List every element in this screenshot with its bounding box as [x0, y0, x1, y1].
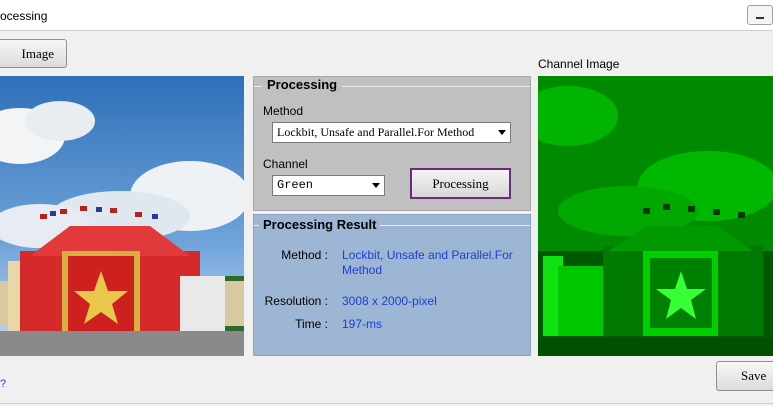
method-select-value: Lockbit, Unsafe and Parallel.For Method — [277, 125, 475, 139]
save-button[interactable]: Save — [716, 361, 773, 391]
source-photo — [0, 76, 244, 356]
channel-image-label: Channel Image — [538, 57, 620, 71]
time-label: Time : — [295, 317, 328, 331]
help-link[interactable]: ? — [0, 378, 6, 390]
channel-select[interactable]: Green — [272, 175, 385, 196]
window-title: ocessing — [0, 9, 48, 23]
channel-select-value: Green — [277, 178, 314, 192]
chevron-down-icon — [498, 130, 506, 135]
channel-image — [538, 76, 773, 356]
result-group: Processing Result Method : Lockbit, Unsa… — [253, 214, 531, 356]
result-method-value: Lockbit, Unsafe and Parallel.For Method — [342, 248, 513, 277]
method-label: Method — [263, 104, 304, 118]
minimize-button[interactable] — [747, 5, 773, 25]
source-image — [0, 76, 244, 356]
channel-label: Channel — [263, 157, 308, 171]
resolution-label: Resolution : — [264, 294, 328, 308]
minimize-icon — [756, 17, 764, 19]
chevron-down-icon — [372, 183, 380, 188]
title-bar: ocessing — [0, 0, 773, 31]
result-group-title: Processing Result — [259, 217, 381, 232]
channel-photo — [538, 76, 773, 356]
resolution-value: 3008 x 2000-pixel — [342, 294, 437, 308]
result-method-label: Method : — [281, 248, 328, 262]
processing-group-title: Processing — [262, 77, 343, 92]
time-value: 197-ms — [342, 317, 383, 331]
processing-group: Processing Method Lockbit, Unsafe and Pa… — [253, 76, 531, 211]
method-select[interactable]: Lockbit, Unsafe and Parallel.For Method — [272, 122, 511, 143]
bottom-divider — [0, 403, 773, 404]
processing-button[interactable]: Processing — [410, 168, 511, 199]
load-image-button[interactable]: Image — [0, 39, 67, 68]
